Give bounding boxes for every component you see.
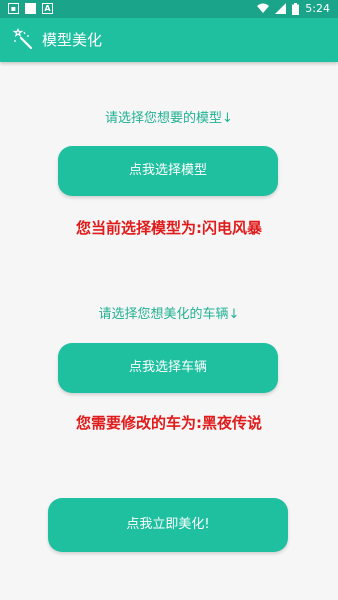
status-time: 5:24 <box>305 2 330 15</box>
image-icon: ▪ <box>8 3 19 14</box>
app-title: 模型美化 <box>42 31 103 49</box>
system-icons: 5:24 <box>257 2 330 15</box>
battery-icon <box>292 2 300 15</box>
vehicle-prompt: 请选择您想美化的车辆↓ <box>98 307 240 322</box>
notification-icons: ▪ A <box>8 3 53 14</box>
wifi-icon <box>257 3 270 13</box>
a-icon: A <box>42 3 53 14</box>
app-bar: 模型美化 <box>0 18 338 62</box>
signal-icon <box>275 3 287 14</box>
select-vehicle-button[interactable]: 点我选择车辆 <box>58 343 278 393</box>
select-model-button[interactable]: 点我选择模型 <box>58 146 278 196</box>
beautify-now-button[interactable]: 点我立即美化! <box>48 498 288 552</box>
vehicle-result-text: 您需要修改的车为:黑夜传说 <box>76 414 262 432</box>
model-prompt: 请选择您想要的模型↓ <box>105 111 233 126</box>
status-bar: ▪ A 5:24 <box>0 0 338 18</box>
magic-wand-icon[interactable] <box>10 27 34 51</box>
app-icon <box>25 3 36 14</box>
model-result-text: 您当前选择模型为:闪电风暴 <box>76 219 262 237</box>
